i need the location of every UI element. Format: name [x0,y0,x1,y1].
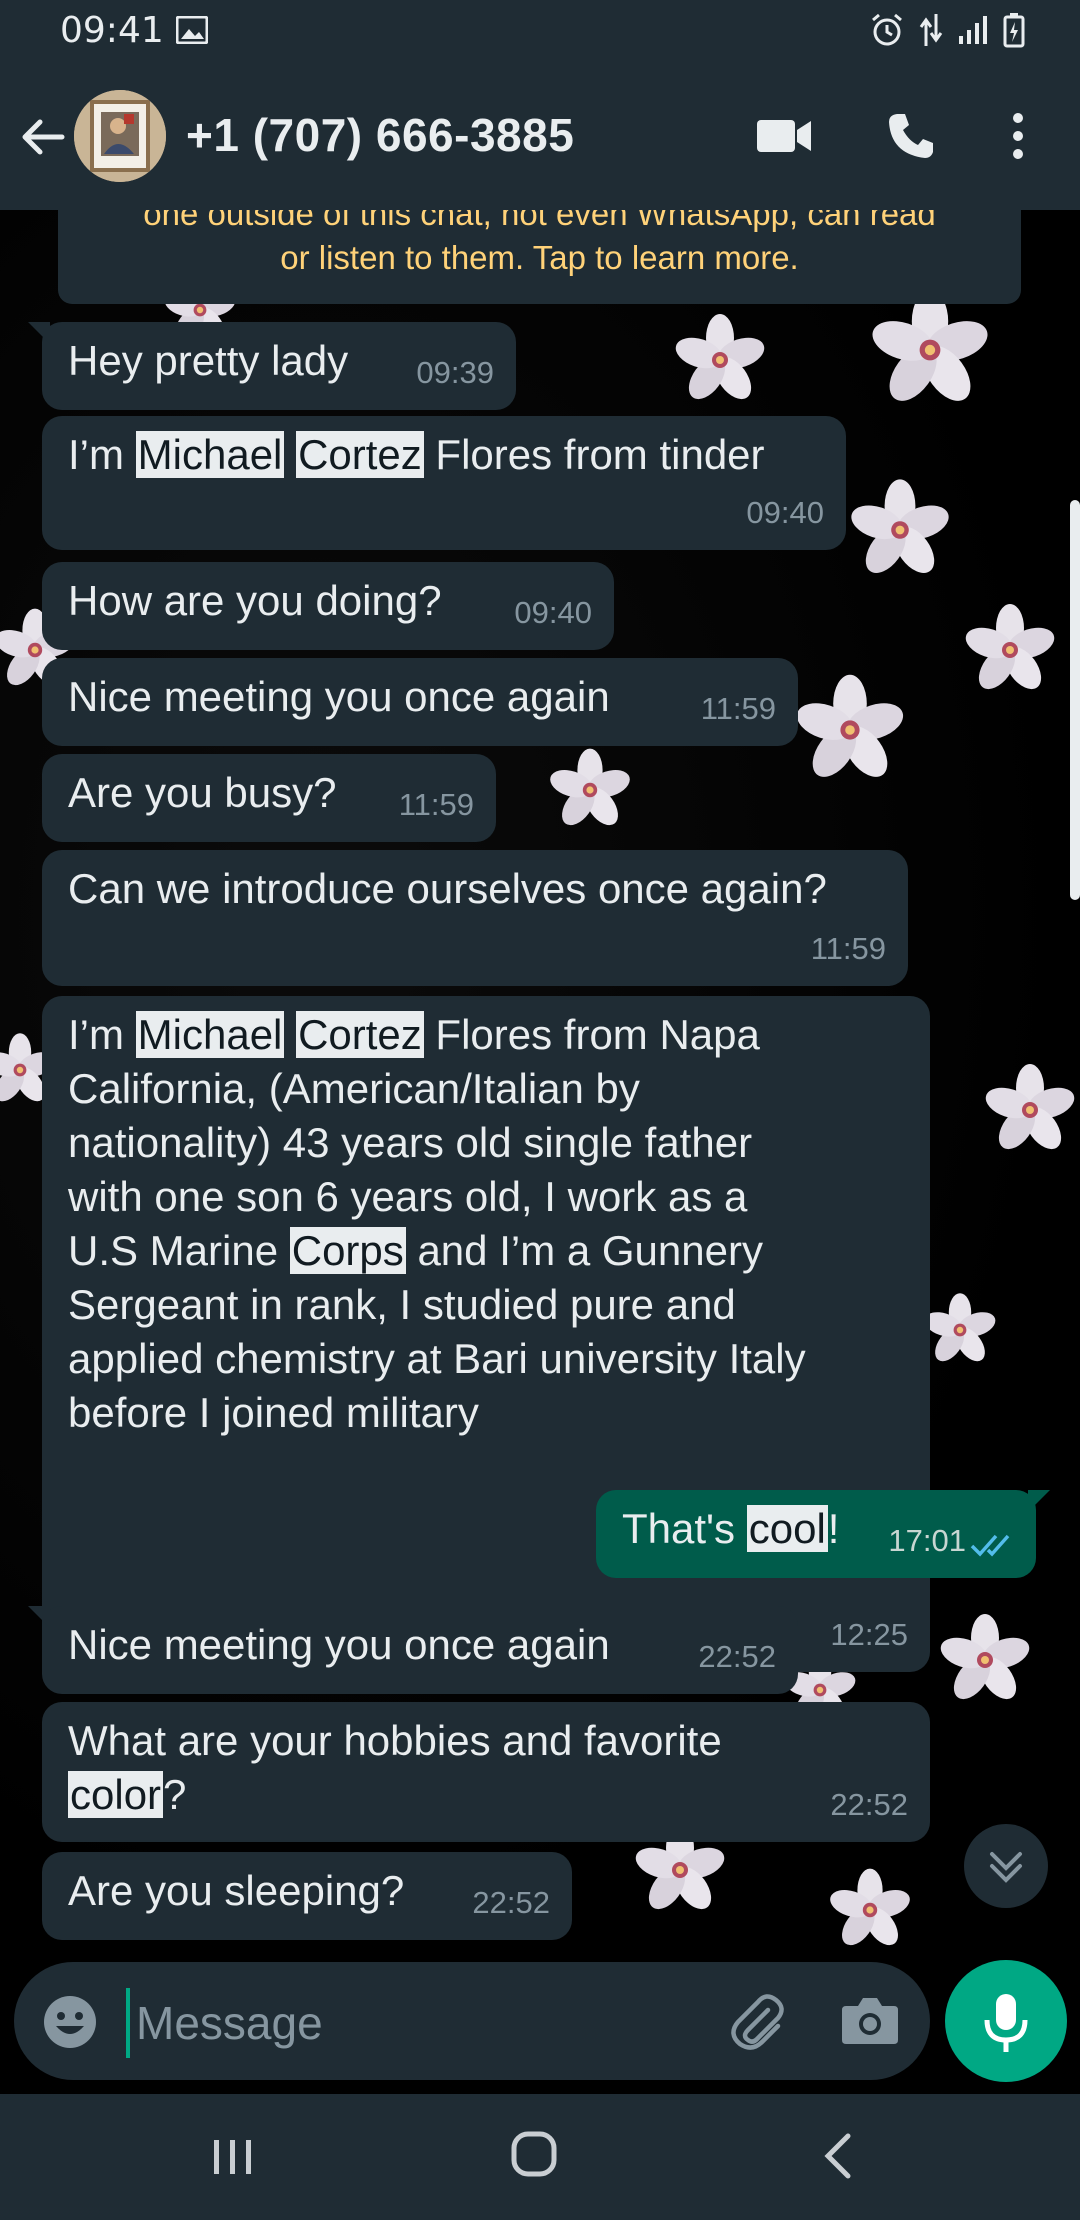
read-receipt-icon [970,1534,1010,1557]
alarm-icon [872,13,902,46]
image-notification-icon [176,16,208,44]
encryption-notice-line1: one outside of this chat, not even Whats… [143,210,936,232]
message-time: 11:59 [700,691,776,726]
incoming-message[interactable]: What are your hobbies and favorite color?… [42,1702,930,1842]
incoming-message[interactable]: How are you doing? 09:40 [42,562,614,650]
system-navigation-bar [0,2094,1080,2220]
encryption-notice-line2: or listen to them. Tap to learn more. [280,239,799,276]
message-time: 22:52 [698,1639,776,1674]
outgoing-message[interactable]: That's cool! 17:01 [596,1490,1050,1578]
message-input[interactable] [136,1988,696,2058]
incoming-message[interactable]: Nice meeting you once again 11:59 [42,658,798,746]
status-bar: 09:41 [0,0,1080,62]
chat-area[interactable]: one outside of this chat, not even Whats… [0,210,1080,1962]
message-composer [14,1962,930,2080]
data-arrows-icon [919,14,943,46]
message-text: Nice meeting you once again [68,673,610,720]
message-text: Are you busy? [68,769,337,816]
message-time: 12:25 [830,1617,908,1652]
message-time: 22:52 [830,1787,908,1822]
message-time: 11:59 [810,931,886,966]
encryption-notice[interactable]: one outside of this chat, not even Whats… [58,210,1021,304]
message-time: 09:40 [514,595,592,630]
incoming-message[interactable]: Are you busy? 11:59 [42,754,496,842]
message-time: 11:59 [398,787,474,822]
battery-icon [1003,13,1025,48]
status-time: 09:41 [60,10,164,51]
camera-icon[interactable] [840,1992,900,2048]
message-text: What are your hobbies and favorite color? [68,1717,722,1818]
signal-icon [959,16,987,44]
message-text: Nice meeting you once again [68,1621,610,1668]
message-text: Are you sleeping? [68,1867,405,1914]
incoming-message[interactable]: I’m Michael Cortez Flores from tinder 09… [42,416,846,550]
incoming-message[interactable]: Can we introduce ourselves once again? 1… [42,850,908,986]
back-arrow-icon[interactable] [18,112,68,162]
message-time: 09:40 [746,495,824,530]
incoming-message[interactable]: Nice meeting you once again 22:52 [28,1606,798,1694]
message-text: That's cool! [622,1505,840,1552]
chat-header: +1 (707) 666-3885 [0,62,1080,210]
message-time: 17:01 [888,1523,966,1558]
avatar[interactable] [74,90,166,182]
message-text: I’m Michael Cortez Flores from Napa Cali… [68,1011,806,1436]
contact-name[interactable]: +1 (707) 666-3885 [186,108,574,162]
emoji-icon[interactable] [42,1994,98,2050]
more-options-icon[interactable] [1006,110,1030,162]
message-time: 09:39 [416,355,494,390]
voice-record-button[interactable] [945,1960,1067,2082]
scrollbar[interactable] [1070,500,1080,900]
double-chevron-down-icon [990,1852,1022,1883]
message-text: I’m Michael Cortez Flores from tinder [68,431,765,478]
attach-icon[interactable] [724,1988,790,2054]
voice-call-icon[interactable] [885,110,937,162]
back-icon[interactable] [820,2132,856,2180]
message-text: Hey pretty lady [68,337,349,384]
message-time: 22:52 [472,1885,550,1920]
incoming-message[interactable]: Are you sleeping? 22:52 [42,1852,572,1940]
recent-apps-icon[interactable] [210,2136,256,2178]
incoming-message[interactable]: Hey pretty lady 09:39 [28,322,516,410]
video-call-icon[interactable] [755,114,813,158]
home-icon[interactable] [510,2130,558,2178]
message-text: Can we introduce ourselves once again? [68,865,827,912]
message-text: How are you doing? [68,577,442,624]
scroll-to-bottom-button[interactable] [964,1824,1048,1908]
text-cursor [126,1988,130,2058]
microphone-icon [984,1994,1028,2052]
